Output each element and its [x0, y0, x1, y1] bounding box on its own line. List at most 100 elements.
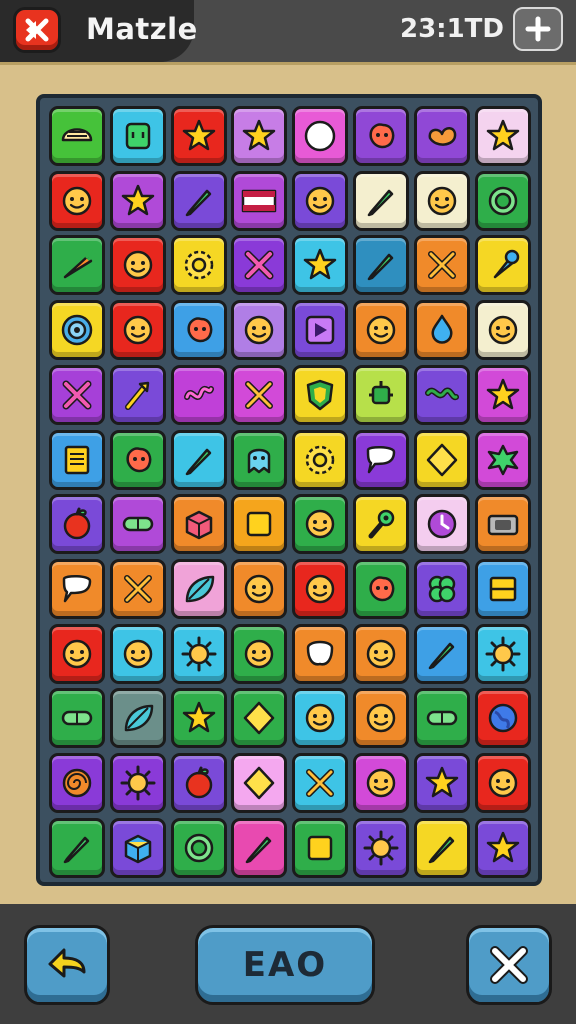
tile[interactable]	[353, 817, 409, 878]
tile[interactable]	[292, 364, 349, 425]
tile[interactable]	[170, 688, 227, 749]
tile[interactable]	[170, 170, 227, 231]
tile[interactable]	[49, 106, 105, 166]
tile[interactable]	[49, 494, 105, 555]
tile[interactable]	[353, 558, 409, 619]
tile[interactable]	[292, 170, 349, 231]
tile[interactable]	[170, 429, 227, 490]
tile[interactable]	[231, 364, 288, 425]
tile[interactable]	[413, 106, 470, 166]
tile[interactable]	[474, 235, 531, 296]
tile[interactable]	[231, 688, 288, 749]
tile[interactable]	[170, 753, 227, 813]
tile[interactable]	[474, 429, 531, 490]
tile[interactable]	[49, 235, 105, 296]
tile[interactable]	[413, 558, 470, 619]
close-button[interactable]	[466, 925, 552, 1005]
tile[interactable]	[49, 170, 105, 231]
tile[interactable]	[231, 170, 288, 231]
tile[interactable]	[49, 817, 105, 878]
tile[interactable]	[474, 558, 531, 619]
center-action-button[interactable]: EAO	[195, 925, 375, 1005]
tile[interactable]	[413, 494, 470, 555]
tile[interactable]	[231, 753, 288, 813]
tile[interactable]	[231, 817, 288, 878]
tile[interactable]	[292, 494, 349, 555]
tile[interactable]	[353, 235, 409, 296]
tile[interactable]	[109, 494, 166, 555]
tile[interactable]	[170, 106, 227, 166]
tile[interactable]	[231, 106, 288, 166]
tile[interactable]	[109, 170, 166, 231]
tile[interactable]	[109, 558, 166, 619]
tile[interactable]	[109, 429, 166, 490]
tile[interactable]	[292, 817, 349, 878]
tile[interactable]	[413, 235, 470, 296]
tile[interactable]	[170, 494, 227, 555]
tile[interactable]	[292, 300, 349, 361]
tile[interactable]	[292, 688, 349, 749]
tile[interactable]	[413, 429, 470, 490]
tile[interactable]	[231, 300, 288, 361]
tile[interactable]	[413, 300, 470, 361]
tile[interactable]	[353, 300, 409, 361]
tile[interactable]	[413, 753, 470, 813]
tile[interactable]	[353, 106, 409, 166]
tile[interactable]	[49, 429, 105, 490]
tile[interactable]	[413, 817, 470, 878]
tile[interactable]	[474, 753, 531, 813]
tile[interactable]	[474, 688, 531, 749]
tile[interactable]	[170, 817, 227, 878]
tile[interactable]	[413, 623, 470, 684]
tile[interactable]	[292, 106, 349, 166]
tile[interactable]	[413, 364, 470, 425]
tile[interactable]	[292, 429, 349, 490]
tile[interactable]	[474, 494, 531, 555]
tile[interactable]	[413, 688, 470, 749]
tile[interactable]	[474, 364, 531, 425]
tile[interactable]	[109, 106, 166, 166]
tile[interactable]	[292, 753, 349, 813]
tile[interactable]	[109, 235, 166, 296]
tile[interactable]	[170, 364, 227, 425]
add-button[interactable]	[513, 7, 563, 51]
tile[interactable]	[231, 494, 288, 555]
tile[interactable]	[413, 170, 470, 231]
tile[interactable]	[353, 688, 409, 749]
tile[interactable]	[109, 300, 166, 361]
tile[interactable]	[292, 558, 349, 619]
tile[interactable]	[353, 170, 409, 231]
tile[interactable]	[353, 364, 409, 425]
tile[interactable]	[231, 623, 288, 684]
tile[interactable]	[49, 688, 105, 749]
tile[interactable]	[49, 753, 105, 813]
tile[interactable]	[109, 688, 166, 749]
tile[interactable]	[170, 623, 227, 684]
tile[interactable]	[474, 106, 531, 166]
tile[interactable]	[109, 817, 166, 878]
tile[interactable]	[474, 623, 531, 684]
tile[interactable]	[353, 429, 409, 490]
tile[interactable]	[109, 623, 166, 684]
tile[interactable]	[49, 300, 105, 361]
tile[interactable]	[292, 235, 349, 296]
tile[interactable]	[49, 558, 105, 619]
tile[interactable]	[292, 623, 349, 684]
tile[interactable]	[231, 558, 288, 619]
tile[interactable]	[170, 235, 227, 296]
tile[interactable]	[353, 494, 409, 555]
tile[interactable]	[49, 364, 105, 425]
tile[interactable]	[170, 300, 227, 361]
tile[interactable]	[49, 623, 105, 684]
tile[interactable]	[231, 429, 288, 490]
back-button[interactable]	[13, 7, 61, 53]
tile[interactable]	[109, 753, 166, 813]
tile[interactable]	[474, 170, 531, 231]
tile[interactable]	[353, 623, 409, 684]
tile[interactable]	[231, 235, 288, 296]
tile[interactable]	[474, 817, 531, 878]
tile[interactable]	[474, 300, 531, 361]
tile[interactable]	[353, 753, 409, 813]
tile[interactable]	[109, 364, 166, 425]
tile[interactable]	[170, 558, 227, 619]
